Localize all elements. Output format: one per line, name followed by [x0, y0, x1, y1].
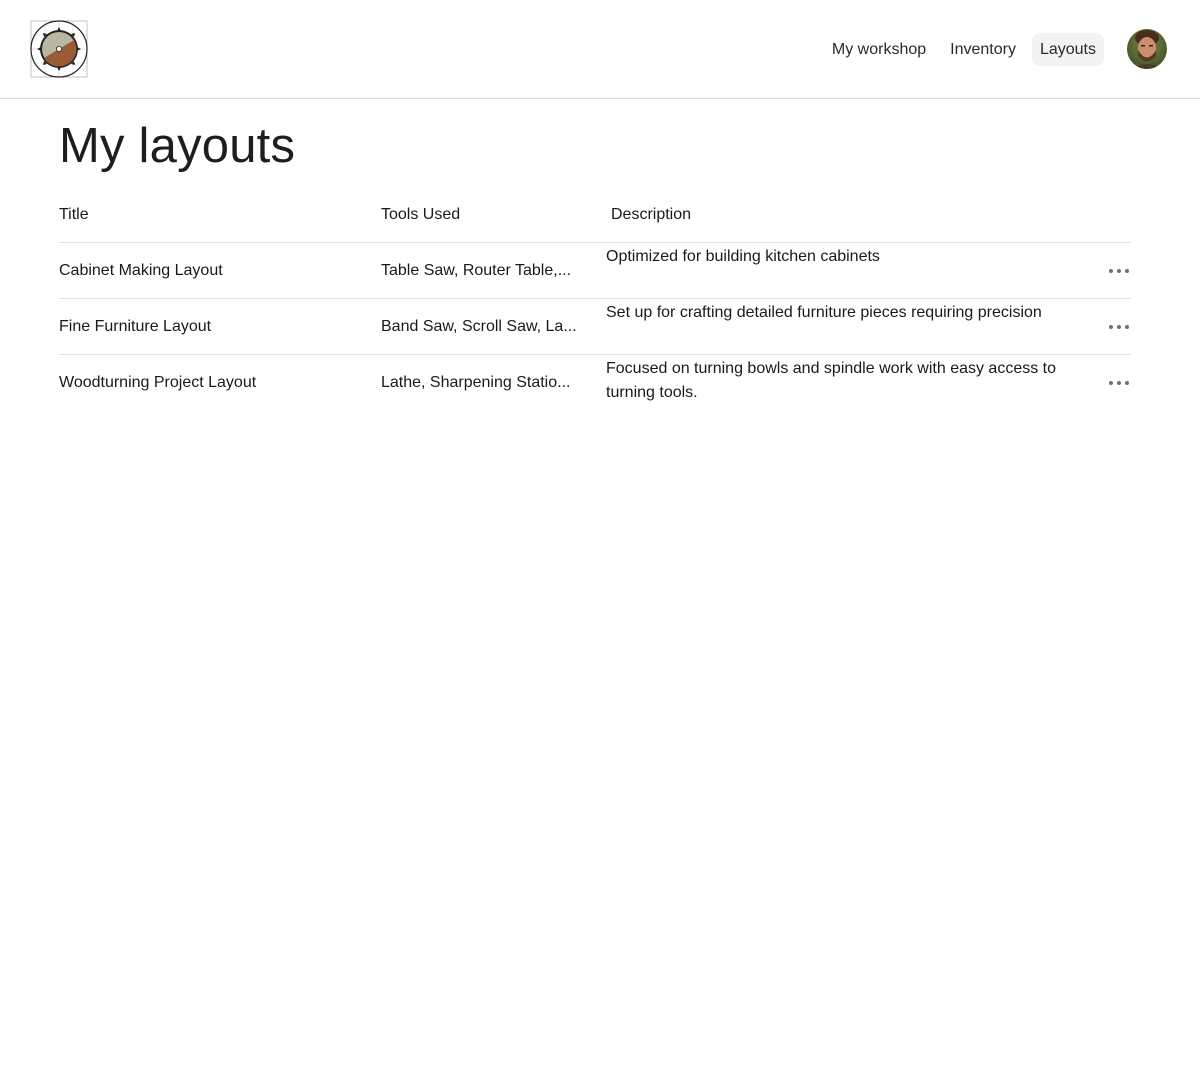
nav-inventory[interactable]: Inventory [942, 33, 1024, 66]
top-header: My workshop Inventory Layouts [0, 0, 1200, 99]
user-avatar-icon[interactable] [1127, 29, 1167, 69]
table-row[interactable]: Cabinet Making Layout Table Saw, Router … [59, 243, 1131, 299]
more-options-icon[interactable] [1109, 261, 1129, 281]
table-row[interactable]: Fine Furniture Layout Band Saw, Scroll S… [59, 299, 1131, 355]
row-description: Focused on turning bowls and spindle wor… [606, 360, 1057, 401]
row-tools-used: Band Saw, Scroll Saw, La... [381, 318, 577, 335]
more-options-icon[interactable] [1109, 317, 1129, 337]
table-header: Title Tools Used Description [59, 186, 1131, 243]
row-tools-used: Lathe, Sharpening Statio... [381, 374, 571, 391]
column-header-tools-used[interactable]: Tools Used [381, 206, 460, 224]
row-description: Set up for crafting detailed furniture p… [606, 304, 1042, 321]
nav-my-workshop[interactable]: My workshop [824, 33, 934, 66]
page-title: My layouts [59, 119, 296, 173]
more-options-icon[interactable] [1109, 373, 1129, 393]
table-row[interactable]: Woodturning Project Layout Lathe, Sharpe… [59, 355, 1131, 411]
row-description: Optimized for building kitchen cabinets [606, 248, 880, 265]
layouts-table: Title Tools Used Description Cabinet Mak… [59, 186, 1131, 411]
column-header-title[interactable]: Title [59, 206, 89, 224]
row-title: Cabinet Making Layout [59, 262, 223, 279]
row-title: Fine Furniture Layout [59, 318, 212, 335]
row-tools-used: Table Saw, Router Table,... [381, 262, 572, 279]
row-title: Woodturning Project Layout [59, 374, 257, 391]
nav-layouts[interactable]: Layouts [1031, 33, 1104, 66]
saw-blade-logo-icon[interactable] [28, 18, 90, 80]
main-nav: My workshop Inventory Layouts [824, 33, 1104, 66]
column-header-description[interactable]: Description [611, 206, 691, 224]
